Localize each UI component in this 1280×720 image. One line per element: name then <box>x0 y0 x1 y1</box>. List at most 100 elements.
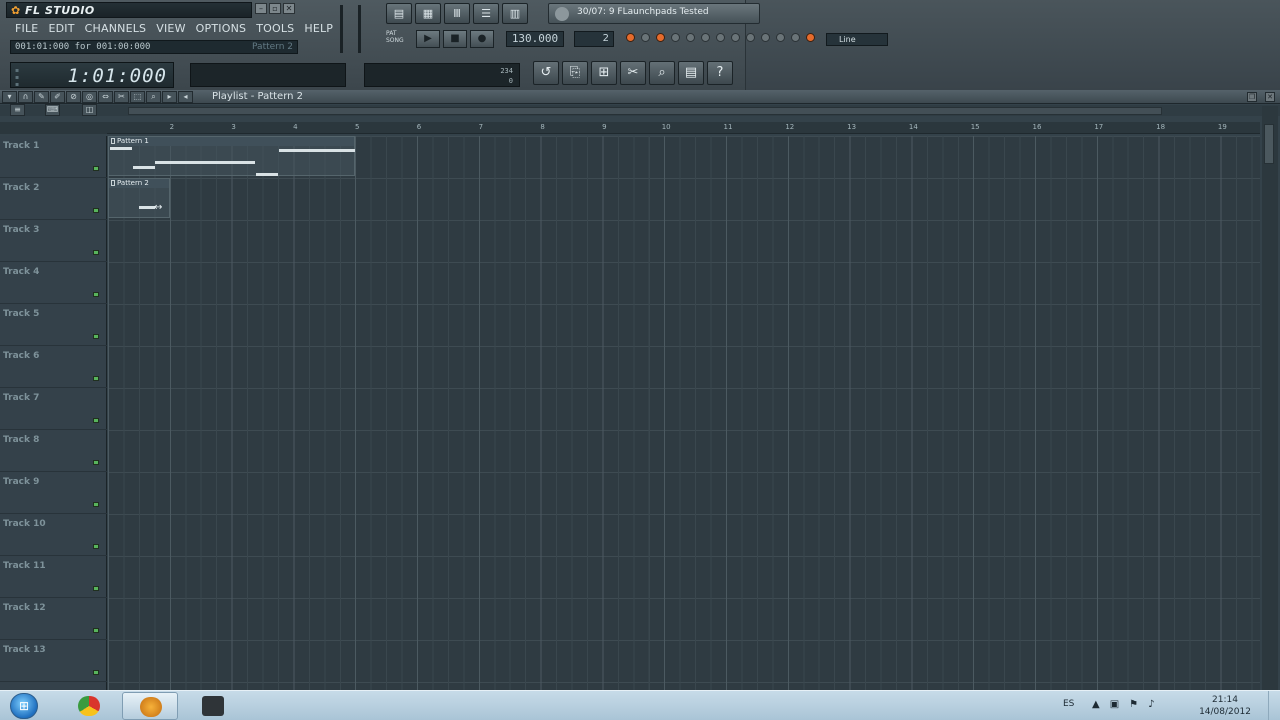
track-row[interactable]: Track 9 <box>0 472 107 514</box>
track-mute-led[interactable] <box>93 166 99 171</box>
track-mute-led[interactable] <box>93 334 99 339</box>
playlist-grid[interactable]: Pattern 1 Pattern 2 ↔ <box>108 136 1260 690</box>
track-row[interactable]: Track 7 <box>0 388 107 430</box>
track-mute-led[interactable] <box>93 208 99 213</box>
browser-icon[interactable]: ☰ <box>473 3 499 24</box>
step-edit-led[interactable] <box>686 33 695 42</box>
clipboard-icon[interactable]: ▤ <box>678 61 704 85</box>
language-indicator[interactable]: ES <box>1063 699 1074 709</box>
taskbar-camera-app[interactable] <box>185 692 241 720</box>
multilink-led[interactable] <box>761 33 770 42</box>
help-icon[interactable]: ? <box>707 61 733 85</box>
network-icon[interactable]: ▣ <box>1110 699 1119 710</box>
menu-view[interactable]: VIEW <box>151 20 190 38</box>
track-row[interactable]: Track 6 <box>0 346 107 388</box>
piano-roll-icon[interactable]: Ⅲ <box>444 3 470 24</box>
countdown-led[interactable] <box>656 33 665 42</box>
playlist-view-icon[interactable]: ▤ <box>386 3 412 24</box>
play-button[interactable]: ▶ <box>416 30 440 48</box>
restore-icon[interactable]: ▫ <box>269 3 281 14</box>
clip-pattern-1[interactable]: Pattern 1 <box>108 136 355 176</box>
taskbar-fl-studio[interactable] <box>122 692 178 720</box>
taskbar-chrome[interactable] <box>61 692 117 720</box>
select-icon[interactable]: ⬚ <box>130 91 145 103</box>
stop-button[interactable]: ■ <box>443 30 467 48</box>
undo-icon[interactable]: ↺ <box>533 61 559 85</box>
typing-keyboard-led[interactable] <box>701 33 710 42</box>
menu-options[interactable]: OPTIONS <box>191 20 252 38</box>
zoom-icon[interactable]: ⌕ <box>649 61 675 85</box>
playback-icon[interactable]: ▸ <box>162 91 177 103</box>
zoom-tool-icon[interactable]: ⌕ <box>146 91 161 103</box>
overdub-led[interactable] <box>746 33 755 42</box>
vertical-scrollbar[interactable] <box>1262 106 1278 690</box>
start-button[interactable]: ⊞ <box>10 693 38 719</box>
close-icon[interactable]: ✕ <box>283 3 295 14</box>
brush-icon[interactable]: ✐ <box>50 91 65 103</box>
track-row[interactable]: Track 11 <box>0 556 107 598</box>
menu-file[interactable]: FILE <box>10 20 43 38</box>
loop-record-led[interactable] <box>731 33 740 42</box>
snapshot-led[interactable] <box>791 33 800 42</box>
global-snap-led[interactable] <box>806 33 815 42</box>
slice-icon[interactable]: ✂ <box>114 91 129 103</box>
song-position-display[interactable]: ▪ ▪ ▪ 1:01:000 <box>10 62 174 88</box>
delete-icon[interactable]: ⊘ <box>66 91 81 103</box>
action-center-icon[interactable]: ⚑ <box>1129 699 1138 710</box>
track-row[interactable]: Track 5 <box>0 304 107 346</box>
track-mode-icon[interactable]: ≡ <box>10 104 25 116</box>
track-mute-led[interactable] <box>93 460 99 465</box>
track-row[interactable]: Track 12 <box>0 598 107 640</box>
tray-expand-icon[interactable]: ▲ <box>1092 699 1100 710</box>
record-led[interactable] <box>626 33 635 42</box>
mixer-icon[interactable]: ▥ <box>502 3 528 24</box>
render-icon[interactable]: ⊞ <box>591 61 617 85</box>
wait-input-led[interactable] <box>716 33 725 42</box>
record-button[interactable]: ● <box>470 30 494 48</box>
minimize-icon[interactable]: – <box>255 3 267 14</box>
save-icon[interactable]: ⎘ <box>562 61 588 85</box>
track-row[interactable]: Track 1 <box>0 136 107 178</box>
track-row[interactable]: Track 13 <box>0 640 107 682</box>
track-mute-led[interactable] <box>93 586 99 591</box>
menu-tools[interactable]: TOOLS <box>251 20 299 38</box>
track-mute-led[interactable] <box>93 292 99 297</box>
track-mute-led[interactable] <box>93 250 99 255</box>
clip-menu-icon[interactable] <box>111 138 115 144</box>
timeline-ruler[interactable]: 2 3 4 5 6 7 8 9 10 11 12 13 14 15 16 17 18 19 <box>107 122 1260 134</box>
blend-led[interactable] <box>641 33 650 42</box>
track-mute-led[interactable] <box>93 628 99 633</box>
track-row[interactable]: Track 3 <box>0 220 107 262</box>
pattern-picker-icon[interactable]: ◫ <box>82 104 97 116</box>
arrow-left-icon[interactable]: ◂ <box>178 91 193 103</box>
clock[interactable]: 21:14 14/08/2012 <box>1192 694 1258 718</box>
track-mute-led[interactable] <box>93 418 99 423</box>
pattern-song-toggle[interactable]: PAT SONG <box>386 30 404 44</box>
playlist-menu-icon[interactable]: ▾ <box>2 91 17 103</box>
menu-channels[interactable]: CHANNELS <box>80 20 152 38</box>
track-mute-led[interactable] <box>93 376 99 381</box>
track-row[interactable]: Track 4 <box>0 262 107 304</box>
pattern-selector[interactable]: 2 <box>574 31 614 47</box>
keyboard-icon[interactable]: ⌨ <box>45 104 60 116</box>
automation-led[interactable] <box>776 33 785 42</box>
clip-menu-icon[interactable] <box>111 180 115 186</box>
playlist-detach-icon[interactable]: ❐ <box>1247 92 1257 102</box>
track-row[interactable]: Track 10 <box>0 514 107 556</box>
playlist-close-icon[interactable]: ✕ <box>1265 92 1275 102</box>
magnet-icon[interactable]: ∩ <box>18 91 33 103</box>
menu-edit[interactable]: EDIT <box>43 20 79 38</box>
slip-icon[interactable]: ⇔ <box>98 91 113 103</box>
tempo-display[interactable]: 130.000 <box>506 31 564 47</box>
track-mute-led[interactable] <box>93 670 99 675</box>
volume-icon[interactable]: ♪ <box>1148 699 1154 710</box>
master-volume-slider[interactable] <box>340 5 343 53</box>
vertical-scroll-thumb[interactable] <box>1264 124 1274 164</box>
cut-icon[interactable]: ✂ <box>620 61 646 85</box>
track-mute-led[interactable] <box>93 544 99 549</box>
master-pitch-slider[interactable] <box>358 5 361 53</box>
pencil-icon[interactable]: ✎ <box>34 91 49 103</box>
mute-icon[interactable]: ◎ <box>82 91 97 103</box>
track-mute-led[interactable] <box>93 502 99 507</box>
step-sequencer-icon[interactable]: ▦ <box>415 3 441 24</box>
